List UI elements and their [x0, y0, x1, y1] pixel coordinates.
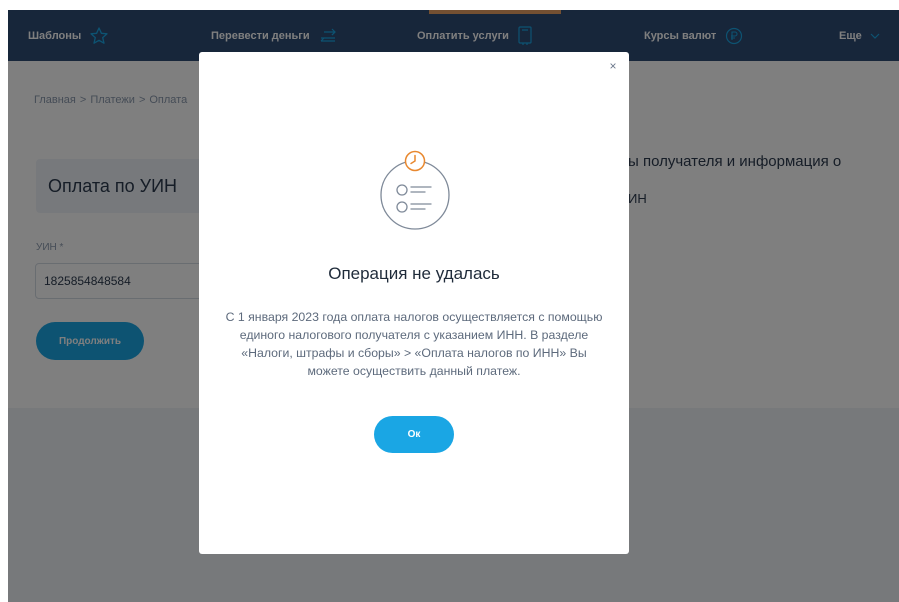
page: Шаблоны Перевести деньги Оплатить услуги… — [0, 0, 899, 602]
ok-button[interactable]: Ок — [374, 416, 454, 453]
modal-message: С 1 января 2023 года оплата налогов осущ… — [225, 310, 603, 378]
error-modal: × Операция не удалась С 1 января 2023 го… — [199, 52, 629, 554]
close-icon[interactable]: × — [605, 58, 621, 74]
modal-title: Операция не удалась — [328, 264, 500, 283]
clock-list-icon — [375, 147, 455, 232]
